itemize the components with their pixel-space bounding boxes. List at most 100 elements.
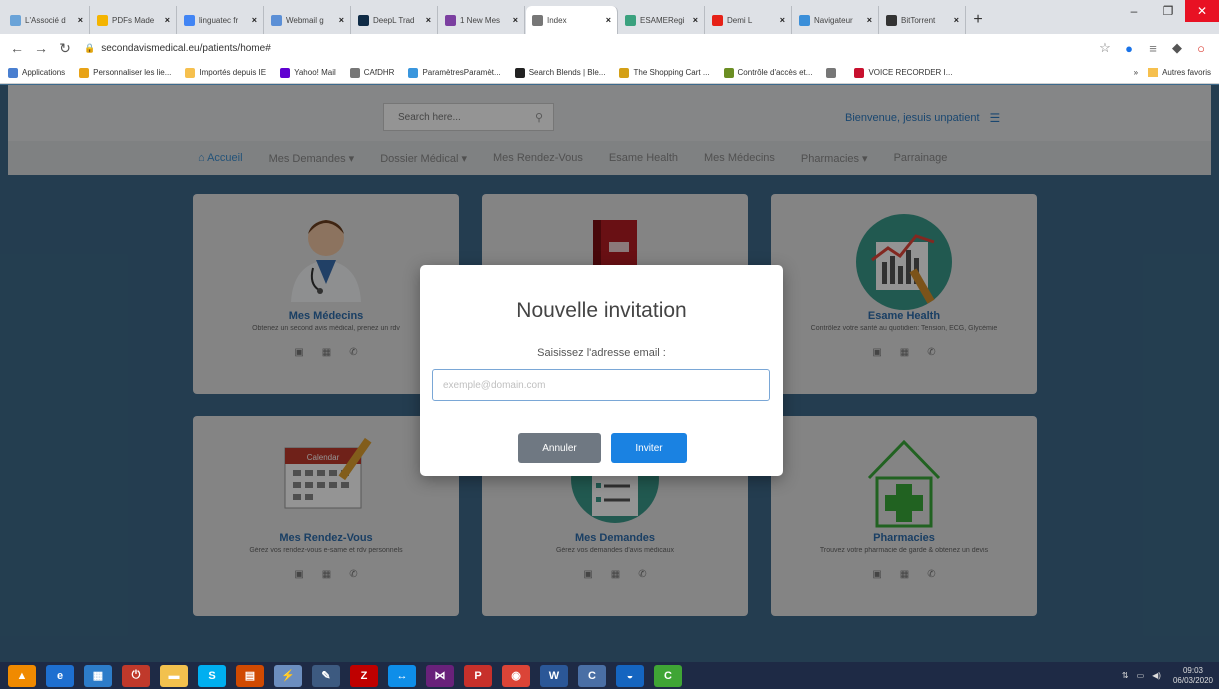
bookmark-icon bbox=[185, 67, 196, 78]
bookmark-item[interactable]: Search Blends | Ble... bbox=[514, 67, 605, 78]
bookmark-item[interactable] bbox=[826, 67, 840, 78]
bookmark-item[interactable]: VOICE RECORDER I... bbox=[854, 67, 953, 78]
new-tab-button[interactable]: + bbox=[967, 6, 989, 34]
office-icon[interactable]: ▤ bbox=[236, 664, 264, 687]
bookmark-item[interactable]: Yahoo! Mail bbox=[280, 67, 336, 78]
close-window-button[interactable]: ✕ bbox=[1185, 0, 1219, 22]
file-explorer-icon[interactable]: ▬ bbox=[160, 664, 188, 687]
network-icon[interactable]: ⇅ bbox=[1122, 671, 1129, 680]
browser-tab[interactable]: BitTorrent × bbox=[880, 6, 966, 34]
browser-tab-bar: L'Associé d × PDFs Made × linguatec fr × Webma… bbox=[0, 0, 1219, 34]
invite-button[interactable]: Inviter bbox=[611, 433, 687, 463]
browser-tab[interactable]: Index × bbox=[526, 6, 618, 34]
forward-button[interactable]: → bbox=[32, 40, 50, 56]
tab-favicon-icon bbox=[799, 14, 810, 26]
tab-favicon-icon bbox=[532, 14, 543, 26]
browser-tab[interactable]: L'Associé d × bbox=[4, 6, 90, 34]
extension-icon[interactable]: ● bbox=[1119, 41, 1139, 56]
tab-title: ESAMERegi bbox=[640, 15, 685, 25]
pen-icon[interactable]: ✎ bbox=[312, 664, 340, 687]
bookmark-item[interactable]: Contrôle d'accès et... bbox=[723, 67, 813, 78]
bookmark-item[interactable]: Applications bbox=[8, 67, 66, 78]
tab-title: DeepL Trad bbox=[373, 15, 415, 25]
tab-close-icon[interactable]: × bbox=[513, 15, 518, 25]
bookmark-icon bbox=[280, 67, 291, 78]
bookmarks-overflow: » Autres favoris bbox=[1127, 68, 1211, 77]
star-icon[interactable]: ☆ bbox=[1095, 40, 1115, 56]
bookmark-icon bbox=[514, 67, 525, 78]
browser-tab[interactable]: Webmail g × bbox=[265, 6, 351, 34]
tab-close-icon[interactable]: × bbox=[780, 15, 785, 25]
extension-icon-2[interactable]: ◆ bbox=[1167, 40, 1187, 56]
bookmark-item[interactable]: CAfDHR bbox=[349, 67, 395, 78]
tab-close-icon[interactable]: × bbox=[606, 15, 611, 25]
windows-taskbar: ▲ e ▦ ⏻ ▬ S ▤ ⚡ ✎ Z ↔ ⋈ P ◉ W C ◒ C ⇅ ▭ ◀) 09:03 06/03/20… bbox=[0, 662, 1219, 689]
maximize-button[interactable]: ❐ bbox=[1151, 0, 1185, 22]
camtasia-icon[interactable]: C bbox=[654, 664, 682, 687]
bookmark-item[interactable]: Personnaliser les lie... bbox=[79, 67, 171, 78]
system-tray: ⇅ ▭ ◀) 09:03 06/03/2020 bbox=[1114, 662, 1213, 689]
browser-tab[interactable]: linguatec fr × bbox=[178, 6, 264, 34]
lock-icon: 🔒 bbox=[84, 42, 96, 53]
bookmark-icon bbox=[854, 67, 865, 78]
vlc-icon[interactable]: ▲ bbox=[8, 664, 36, 687]
skype-icon[interactable]: S bbox=[198, 664, 226, 687]
battery-icon[interactable]: ▭ bbox=[1137, 671, 1145, 680]
window-controls: – ❐ ✕ bbox=[1117, 0, 1219, 22]
bookmark-icon bbox=[8, 67, 18, 78]
browser-tab[interactable]: Navigateur × bbox=[793, 6, 879, 34]
opera-icon[interactable]: ○ bbox=[1191, 41, 1211, 56]
bookmark-label: Contrôle d'accès et... bbox=[737, 68, 813, 77]
tab-title: linguatec fr bbox=[199, 15, 239, 25]
utility-icon[interactable]: ◒ bbox=[616, 664, 644, 687]
filezilla-icon[interactable]: Z bbox=[350, 664, 378, 687]
word-icon[interactable]: W bbox=[540, 664, 568, 687]
tab-close-icon[interactable]: × bbox=[954, 15, 959, 25]
tab-close-icon[interactable]: × bbox=[78, 15, 83, 25]
address-bar: ← → ↻ 🔒 secondavismedical.eu/patients/ho… bbox=[0, 34, 1219, 62]
bookmark-label: CAfDHR bbox=[363, 68, 395, 77]
internet-explorer-icon[interactable]: e bbox=[46, 664, 74, 687]
clock[interactable]: 09:03 06/03/2020 bbox=[1173, 666, 1213, 686]
minimize-button[interactable]: – bbox=[1117, 0, 1151, 22]
tab-close-icon[interactable]: × bbox=[693, 15, 698, 25]
app-icon[interactable]: ▦ bbox=[84, 664, 112, 687]
tab-close-icon[interactable]: × bbox=[165, 15, 170, 25]
tab-favicon-icon bbox=[271, 14, 282, 26]
chrome-icon[interactable]: ◉ bbox=[502, 664, 530, 687]
tab-favicon-icon bbox=[358, 14, 369, 26]
tab-close-icon[interactable]: × bbox=[339, 15, 344, 25]
volume-icon[interactable]: ◀) bbox=[1152, 671, 1161, 680]
bookmark-item[interactable]: The Shopping Cart ... bbox=[619, 67, 710, 78]
tab-close-icon[interactable]: × bbox=[252, 15, 257, 25]
tab-title: Webmail g bbox=[286, 15, 324, 25]
network-icon[interactable]: ⚡ bbox=[274, 664, 302, 687]
bookmark-item[interactable]: ParamètresParamèt... bbox=[408, 67, 501, 78]
more-bookmarks-button[interactable]: » bbox=[1134, 68, 1138, 77]
browser-tab[interactable]: 1 New Mes × bbox=[439, 6, 525, 34]
pdf-icon[interactable]: P bbox=[464, 664, 492, 687]
email-field[interactable] bbox=[432, 369, 770, 401]
teamviewer-icon[interactable]: ↔ bbox=[388, 664, 416, 687]
browser-tab[interactable]: Demi L × bbox=[706, 6, 792, 34]
browser-tab[interactable]: PDFs Made × bbox=[91, 6, 177, 34]
power-icon[interactable]: ⏻ bbox=[122, 664, 150, 687]
url-field[interactable]: 🔒 secondavismedical.eu/patients/home# bbox=[80, 37, 1091, 59]
tab-close-icon[interactable]: × bbox=[426, 15, 431, 25]
other-bookmarks[interactable]: Autres favoris bbox=[1162, 68, 1211, 77]
tab-title: BitTorrent bbox=[901, 15, 936, 25]
visual-studio-icon[interactable]: ⋈ bbox=[426, 664, 454, 687]
bookmark-item[interactable]: Importés depuis IE bbox=[185, 67, 266, 78]
reload-button[interactable]: ↻ bbox=[56, 40, 74, 57]
tab-title: PDFs Made bbox=[112, 15, 155, 25]
bookmark-label: Applications bbox=[22, 68, 66, 77]
browser-tab[interactable]: ESAMERegi × bbox=[619, 6, 705, 34]
bookmark-label: VOICE RECORDER I... bbox=[868, 68, 953, 77]
back-button[interactable]: ← bbox=[8, 40, 26, 56]
cancel-button[interactable]: Annuler bbox=[518, 433, 601, 463]
reader-icon[interactable]: ≡ bbox=[1143, 41, 1163, 56]
tab-title: 1 New Mes bbox=[460, 15, 501, 25]
ccleaner-icon[interactable]: C bbox=[578, 664, 606, 687]
browser-tab[interactable]: DeepL Trad × bbox=[352, 6, 438, 34]
tab-close-icon[interactable]: × bbox=[867, 15, 872, 25]
